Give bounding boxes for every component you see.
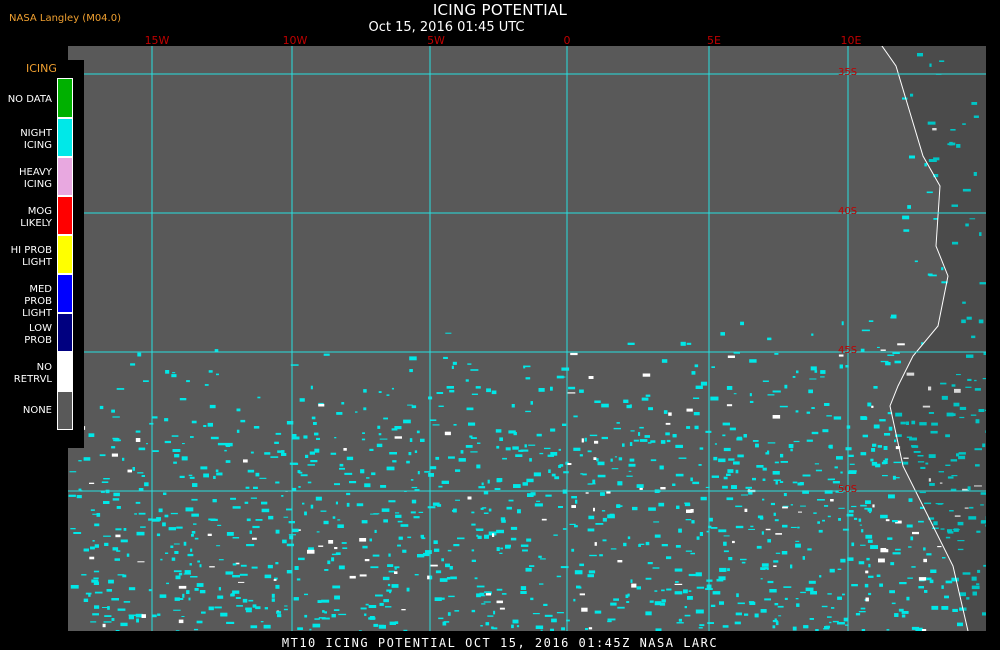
legend-label-no-data: NO DATA — [7, 94, 52, 105]
legend-label-hi-prob-light: HI PROB LIGHT — [2, 245, 52, 269]
legend-label-none: NONE — [2, 405, 52, 417]
lat-label-40s: 40S — [838, 206, 858, 217]
lon-label-10w: 10W — [282, 34, 308, 47]
legend-label-mog-likely: MOG LIKELY — [2, 206, 52, 230]
lon-label-0: 0 — [563, 34, 571, 47]
legend-label-med-prob-light: MED PROB LIGHT — [2, 284, 52, 320]
legend-label-night-icing-text: NIGHT ICING — [20, 128, 52, 151]
legend-swatch-no-data — [57, 78, 73, 118]
legend-swatch-mog-likely — [57, 196, 73, 235]
lon-label-5w: 5W — [427, 34, 445, 47]
lat-label-50s: 50S — [838, 484, 858, 495]
legend-label-heavy-icing: HEAVY ICING — [2, 167, 52, 191]
legend-label-no-retrvl-text: NO RETRVL — [13, 362, 52, 385]
footer-caption: MT10 ICING POTENTIAL OCT 15, 2016 01:45Z… — [281, 636, 719, 650]
legend-label-hi-prob-light-text: HI PROB LIGHT — [10, 245, 52, 268]
legend-label-low-prob-text: LOW PROB — [24, 323, 52, 346]
lat-label-45s: 45S — [838, 345, 858, 356]
timestamp-subtitle: Oct 15, 2016 01:45 UTC — [368, 20, 525, 35]
legend-label-mog-likely-text: MOG LIKELY — [20, 206, 52, 229]
lon-label-10e: 10E — [840, 34, 862, 47]
lat-label-35s: 35S — [838, 67, 858, 78]
legend-swatch-heavy-icing — [57, 157, 73, 196]
legend-swatch-no-retrvl — [57, 352, 73, 391]
legend-swatch-night-icing — [57, 118, 73, 157]
land-area — [838, 0, 986, 631]
legend-label-night-icing: NIGHT ICING — [2, 128, 52, 152]
legend-label-no-retrvl: NO RETRVL — [2, 362, 52, 386]
icing-map[interactable] — [68, 0, 991, 634]
lon-label-5e: 5E — [707, 34, 721, 47]
legend-label-low-prob: LOW PROB — [2, 323, 52, 347]
product-title: ICING POTENTIAL — [432, 1, 568, 19]
legend-swatch-none — [57, 391, 73, 430]
legend-swatch-low-prob — [57, 313, 73, 352]
legend-label-none-text: NONE — [22, 405, 52, 416]
legend-label-heavy-icing-text: HEAVY ICING — [19, 167, 52, 190]
lon-label-15w: 15W — [144, 34, 170, 47]
legend-title: ICING — [26, 62, 57, 75]
legend-swatch-hi-prob-light — [57, 235, 73, 274]
map-canvas — [68, 0, 991, 634]
legend-swatch-med-prob-light — [57, 274, 73, 313]
legend-label-med-prob-light-text: MED PROB LIGHT — [22, 284, 52, 319]
